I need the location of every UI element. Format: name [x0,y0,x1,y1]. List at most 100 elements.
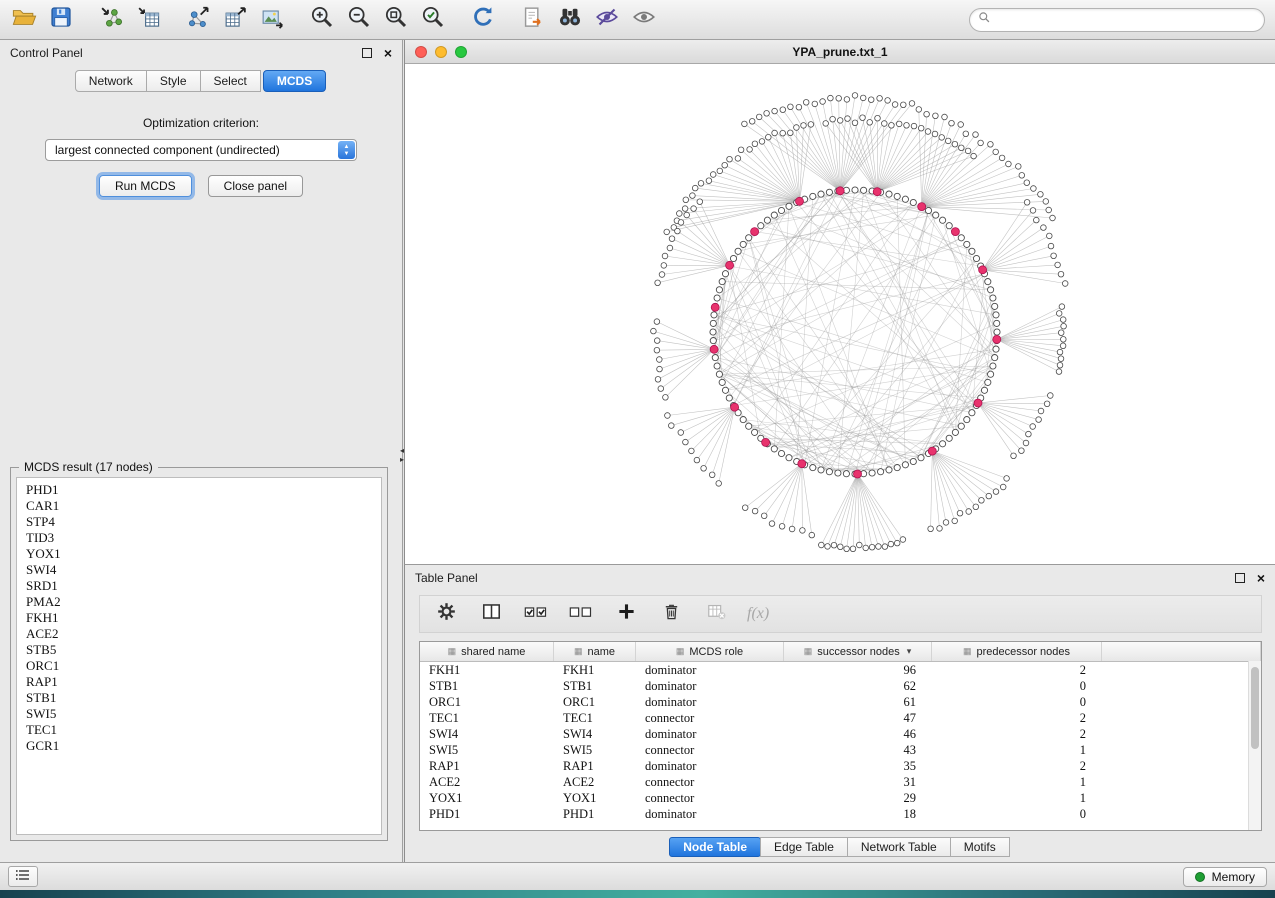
cell-successor-nodes: 47 [784,710,932,726]
show-graphics-details-button[interactable] [630,6,658,34]
table-row[interactable]: YOX1YOX1connector291 [420,790,1261,806]
mcds-result-item[interactable]: GCR1 [17,738,381,754]
cell-mcds-role: dominator [636,758,784,774]
optimization-criterion-dropdown[interactable]: largest connected component (undirected)… [45,139,357,161]
select-all-rows-button[interactable] [522,600,550,628]
mcds-result-item[interactable]: PHD1 [17,482,381,498]
cell-predecessor-nodes: 0 [932,806,1102,822]
show-columns-button[interactable] [477,600,505,628]
maximize-window-button[interactable] [455,46,467,58]
column-type-icon: ▦ [676,646,685,657]
mcds-result-item[interactable]: STP4 [17,514,381,530]
export-table-button[interactable] [221,6,249,34]
save-session-button[interactable] [47,6,75,34]
network-canvas[interactable] [405,64,1275,564]
mcds-result-item[interactable]: CAR1 [17,498,381,514]
cell-predecessor-nodes: 0 [932,694,1102,710]
float-table-panel-icon[interactable] [1235,573,1245,583]
scrollbar-thumb[interactable] [1251,667,1259,749]
table-row[interactable]: STB1STB1dominator620 [420,678,1261,694]
tab-edge-table[interactable]: Edge Table [760,837,848,857]
mcds-result-item[interactable]: RAP1 [17,674,381,690]
mcds-result-item[interactable]: YOX1 [17,546,381,562]
mcds-result-item[interactable]: STB1 [17,690,381,706]
cell-name: PHD1 [554,806,636,822]
float-panel-icon[interactable] [362,48,372,58]
search-input[interactable] [997,12,1256,28]
mcds-result-item[interactable]: PMA2 [17,594,381,610]
mcds-result-item[interactable]: FKH1 [17,610,381,626]
export-network-button[interactable] [184,6,212,34]
cell-name: ORC1 [554,694,636,710]
search-box[interactable] [969,8,1265,32]
table-settings-button[interactable] [432,600,460,628]
tab-node-table[interactable]: Node Table [669,837,761,857]
table-row[interactable]: TEC1TEC1connector472 [420,710,1261,726]
cell-shared-name: PHD1 [420,806,554,822]
column-header-shared-name[interactable]: ▦shared name [420,642,554,661]
minimize-window-button[interactable] [435,46,447,58]
panel-splitter[interactable]: ◂▸ [397,446,407,464]
open-file-button[interactable] [10,6,38,34]
tab-style[interactable]: Style [146,70,201,92]
table-row[interactable]: ORC1ORC1dominator610 [420,694,1261,710]
memory-button[interactable]: Memory [1183,867,1267,887]
mcds-result-item[interactable]: ACE2 [17,626,381,642]
tab-network-table[interactable]: Network Table [847,837,951,857]
deselect-all-rows-button[interactable] [567,600,595,628]
list-icon [15,868,31,886]
column-header-name[interactable]: ▦name [554,642,636,661]
delete-column-button[interactable] [657,600,685,628]
mcds-result-item[interactable]: SWI4 [17,562,381,578]
close-window-button[interactable] [415,46,427,58]
columns-icon [482,602,501,626]
memory-label: Memory [1212,870,1255,884]
tab-network[interactable]: Network [75,70,147,92]
expand-right-icon[interactable]: ▸ [400,455,404,464]
tab-motifs[interactable]: Motifs [950,837,1010,857]
collapse-left-icon[interactable]: ◂ [400,446,404,455]
sort-chevron-icon: ▾ [907,646,912,657]
add-column-button[interactable] [612,600,640,628]
import-network-button[interactable] [97,6,125,34]
column-header-mcds-role[interactable]: ▦MCDS role [636,642,784,661]
cell-shared-name: YOX1 [420,790,554,806]
task-history-button[interactable] [8,866,38,887]
column-header-successor-nodes[interactable]: ▦successor nodes▾ [784,642,932,661]
close-panel-button[interactable]: Close panel [208,175,303,197]
mcds-result-item[interactable]: SWI5 [17,706,381,722]
cell-mcds-role: dominator [636,726,784,742]
mcds-result-list[interactable]: PHD1CAR1STP4TID3YOX1SWI4SRD1PMA2FKH1ACE2… [16,477,382,835]
floppy-disk-icon [50,6,72,33]
table-row[interactable]: RAP1RAP1dominator352 [420,758,1261,774]
zoom-fit-button[interactable] [382,6,410,34]
search-network-button[interactable] [556,6,584,34]
column-header-predecessor-nodes[interactable]: ▦predecessor nodes [932,642,1102,661]
table-row[interactable]: SWI4SWI4dominator462 [420,726,1261,742]
tab-mcds[interactable]: MCDS [263,70,326,92]
network-view-titlebar[interactable]: YPA_prune.txt_1 [405,40,1275,64]
table-row[interactable]: FKH1FKH1dominator962 [420,662,1261,678]
zoom-selected-button[interactable] [419,6,447,34]
table-row[interactable]: ACE2ACE2connector311 [420,774,1261,790]
zoom-out-button[interactable] [345,6,373,34]
close-panel-icon[interactable]: × [384,48,392,58]
mcds-result-item[interactable]: SRD1 [17,578,381,594]
mcds-result-item[interactable]: TID3 [17,530,381,546]
share-document-button[interactable] [519,6,547,34]
zoom-in-button[interactable] [308,6,336,34]
mcds-result-item[interactable]: STB5 [17,642,381,658]
export-image-button[interactable] [258,6,286,34]
tab-select[interactable]: Select [200,70,261,92]
table-row[interactable]: SWI5SWI5connector431 [420,742,1261,758]
cell-filler [1102,758,1261,774]
hide-graphics-details-button[interactable] [593,6,621,34]
refresh-button[interactable] [469,6,497,34]
run-mcds-button[interactable]: Run MCDS [99,175,192,197]
table-row[interactable]: PHD1PHD1dominator180 [420,806,1261,822]
table-scrollbar[interactable] [1248,661,1261,830]
mcds-result-item[interactable]: ORC1 [17,658,381,674]
import-table-button[interactable] [134,6,162,34]
mcds-result-item[interactable]: TEC1 [17,722,381,738]
close-table-panel-icon[interactable]: × [1257,573,1265,583]
